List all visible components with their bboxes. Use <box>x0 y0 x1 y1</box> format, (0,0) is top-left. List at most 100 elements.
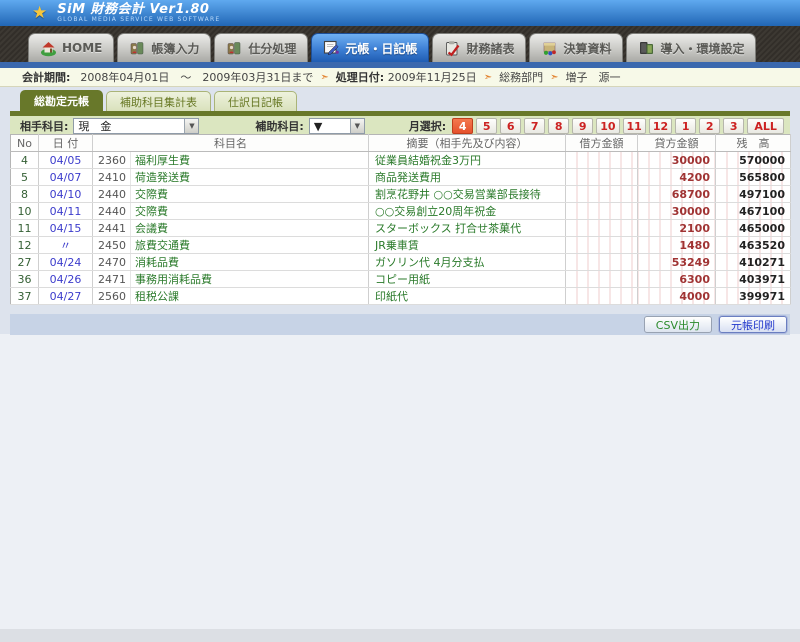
cell-account: 事務用消耗品費 <box>131 271 369 288</box>
ledger-pen-icon <box>323 40 340 57</box>
partner-account-select[interactable]: 現 金 ▼ <box>73 118 199 134</box>
cell-balance: 403971 <box>716 271 791 288</box>
chevron-down-icon[interactable]: ▼ <box>184 119 198 133</box>
cell-balance: 570000 <box>716 152 791 169</box>
tab-財務諸表[interactable]: 財務諸表 <box>432 33 526 62</box>
ledger-print-button[interactable]: 元帳印刷 <box>719 316 787 333</box>
header-debit: 借方金額 <box>566 135 638 152</box>
month-button-3[interactable]: 3 <box>723 118 744 134</box>
cell-date[interactable]: 04/27 <box>39 288 93 305</box>
cell-date[interactable]: 〃 <box>39 237 93 254</box>
cell-debit <box>566 169 638 186</box>
tab-導入・環境設定[interactable]: 導入・環境設定 <box>626 33 756 62</box>
table-row[interactable]: 1004/112440交際費○○交易創立20周年祝金30000467100 <box>11 203 791 220</box>
cell-summary: 従業員結婚祝金3万円 <box>369 152 566 169</box>
cell-credit: 53249 <box>638 254 716 271</box>
header-credit: 貸方金額 <box>638 135 716 152</box>
cell-account: 会議費 <box>131 220 369 237</box>
app-banner: ★ SiM 財務会計 Ver1.80 GLOBAL MEDIA SERVICE … <box>0 0 800 26</box>
table-row[interactable]: 804/102440交際費割烹花野井 ○○交易営業部長接待68700497100 <box>11 186 791 203</box>
app-title: SiM 財務会計 Ver1.80 <box>57 3 220 16</box>
cell-no: 10 <box>11 203 39 220</box>
tab-label: 仕分処理 <box>248 40 296 57</box>
sub-account-select[interactable]: ▼ ▼ <box>309 118 365 134</box>
cell-date[interactable]: 04/15 <box>39 220 93 237</box>
sub-account-label: 補助科目: <box>255 118 303 134</box>
subtab-補助科目集計表[interactable]: 補助科目集計表 <box>106 91 211 111</box>
subtab-仕訳日記帳[interactable]: 仕訳日記帳 <box>214 91 297 111</box>
month-button-7[interactable]: 7 <box>524 118 545 134</box>
tab-HOME[interactable]: HOME <box>28 33 114 62</box>
cell-date[interactable]: 04/11 <box>39 203 93 220</box>
cell-balance: 465000 <box>716 220 791 237</box>
cell-code: 2440 <box>93 186 131 203</box>
month-select-label: 月選択: <box>409 118 446 134</box>
subtab-総勘定元帳[interactable]: 総勘定元帳 <box>20 90 103 111</box>
table-row[interactable]: 504/072410荷造発送費商品発送費用4200565800 <box>11 169 791 186</box>
info-bar: 会計期間: 2008年04月01日 ～ 2009年03月31日まで ➣ 処理日付… <box>0 68 800 87</box>
cell-debit <box>566 203 638 220</box>
cell-balance: 497100 <box>716 186 791 203</box>
separator-arrow-icon: ➣ <box>484 72 492 83</box>
cell-no: 5 <box>11 169 39 186</box>
cell-date[interactable]: 04/05 <box>39 152 93 169</box>
period-label: 会計期間: <box>22 69 70 85</box>
cell-no: 12 <box>11 237 39 254</box>
sub-account-value: ▼ <box>310 120 350 133</box>
cell-date[interactable]: 04/26 <box>39 271 93 288</box>
month-button-9[interactable]: 9 <box>572 118 593 134</box>
table-row[interactable]: 12〃2450旅費交通費JR乗車賃1480463520 <box>11 237 791 254</box>
separator-arrow-icon: ➣ <box>550 72 558 83</box>
month-button-8[interactable]: 8 <box>548 118 569 134</box>
department-name: 総務部門 <box>499 69 543 85</box>
cell-debit <box>566 288 638 305</box>
chevron-down-icon[interactable]: ▼ <box>350 119 364 133</box>
month-button-6[interactable]: 6 <box>500 118 521 134</box>
month-button-10[interactable]: 10 <box>596 118 619 134</box>
month-button-4[interactable]: 4 <box>452 118 473 134</box>
cell-balance: 410271 <box>716 254 791 271</box>
cell-code: 2471 <box>93 271 131 288</box>
cell-date[interactable]: 04/07 <box>39 169 93 186</box>
tab-label: 財務諸表 <box>466 40 514 57</box>
cell-summary: ガソリン代 4月分支払 <box>369 254 566 271</box>
cell-account: 交際費 <box>131 203 369 220</box>
cell-summary: コピー用紙 <box>369 271 566 288</box>
settings-books-icon <box>638 40 655 57</box>
cell-date[interactable]: 04/10 <box>39 186 93 203</box>
cell-credit: 30000 <box>638 152 716 169</box>
month-button-11[interactable]: 11 <box>623 118 646 134</box>
tab-元帳・日記帳[interactable]: 元帳・日記帳 <box>311 33 429 62</box>
tab-決算資料[interactable]: 決算資料 <box>529 33 623 62</box>
table-row[interactable]: 1104/152441会議費スターボックス 打合せ茶菓代2100465000 <box>11 220 791 237</box>
csv-export-button[interactable]: CSV出力 <box>644 316 712 333</box>
table-row[interactable]: 2704/242470消耗品費ガソリン代 4月分支払53249410271 <box>11 254 791 271</box>
cell-code: 2560 <box>93 288 131 305</box>
month-button-12[interactable]: 12 <box>649 118 672 134</box>
month-button-5[interactable]: 5 <box>476 118 497 134</box>
cell-debit <box>566 271 638 288</box>
cell-summary: 印紙代 <box>369 288 566 305</box>
table-row[interactable]: 404/052360福利厚生費従業員結婚祝金3万円30000570000 <box>11 152 791 169</box>
cell-no: 11 <box>11 220 39 237</box>
month-button-1[interactable]: 1 <box>675 118 696 134</box>
table-row[interactable]: 3704/272560租税公課印紙代4000399971 <box>11 288 791 305</box>
content-area: 総勘定元帳補助科目集計表仕訳日記帳 相手科目: 現 金 ▼ 補助科目: ▼ ▼ … <box>0 87 800 334</box>
cell-no: 36 <box>11 271 39 288</box>
month-button-2[interactable]: 2 <box>699 118 720 134</box>
cell-summary: JR乗車賃 <box>369 237 566 254</box>
cell-summary: ○○交易創立20周年祝金 <box>369 203 566 220</box>
tab-仕分処理[interactable]: 仕分処理 <box>214 33 308 62</box>
cell-credit: 6300 <box>638 271 716 288</box>
cell-no: 27 <box>11 254 39 271</box>
tab-帳簿入力[interactable]: 帳簿入力 <box>117 33 211 62</box>
cell-date[interactable]: 04/24 <box>39 254 93 271</box>
cell-balance: 463520 <box>716 237 791 254</box>
cell-summary: スターボックス 打合せ茶菓代 <box>369 220 566 237</box>
table-row[interactable]: 3604/262471事務用消耗品費コピー用紙 6300403971 <box>11 271 791 288</box>
cell-code: 2410 <box>93 169 131 186</box>
general-ledger-table: No 日 付 科目名 摘要（相手先及び内容） 借方金額 貸方金額 残 高 404… <box>10 134 791 305</box>
user-name: 増子 源一 <box>565 69 620 85</box>
month-button-ALL[interactable]: ALL <box>747 118 784 134</box>
separator-arrow-icon: ➣ <box>320 72 328 83</box>
